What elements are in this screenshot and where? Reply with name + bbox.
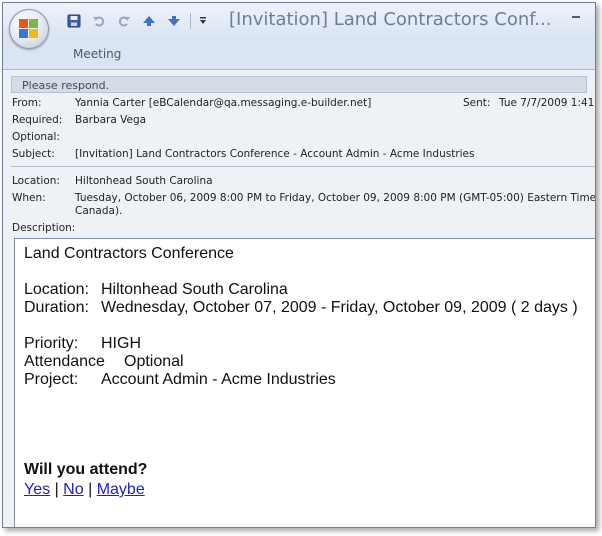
window-title: [Invitation] Land Contractors Conf... M [229,9,551,30]
optional-label: Optional: [12,131,60,143]
maybe-link[interactable]: Maybe [97,481,145,498]
title-bar: [Invitation] Land Contractors Conf... M [3,3,595,39]
link-separator: | [54,481,59,498]
link-separator: | [88,481,93,498]
body-project-label: Project: [24,371,79,388]
header-divider [11,166,595,167]
subject-value: [Invitation] Land Contractors Conference… [75,148,475,160]
body-location-label: Location: [24,281,89,298]
description-label: Description: [12,222,76,234]
location-value: Hiltonhead South Carolina [75,175,213,187]
redo-icon [118,16,130,27]
minimize-icon [572,16,580,18]
subject-label: Subject: [12,148,55,160]
sent-value: Tue 7/7/2009 1:41 [499,97,595,109]
required-value[interactable]: Barbara Vega [75,114,146,126]
ribbon-tab-bar: Meeting [3,39,595,70]
no-link[interactable]: No [63,481,83,498]
required-label: Required: [12,114,63,126]
previous-item-button[interactable] [138,11,159,31]
undo-icon [92,16,104,27]
next-item-button[interactable] [163,11,184,31]
body-priority-value: HIGH [101,335,141,352]
body-duration-value: Wednesday, October 07, 2009 - Friday, Oc… [101,299,578,316]
body-project-value: Account Admin - Acme Industries [101,371,336,388]
minimize-button[interactable] [569,10,583,24]
tab-meeting[interactable]: Meeting [73,47,121,61]
attend-question: Will you attend? [24,461,148,478]
when-label: When: [12,192,46,204]
undo-button[interactable] [88,11,109,31]
body-priority-label: Priority: [24,335,79,352]
office-logo-icon [19,19,39,39]
body-duration-label: Duration: [24,299,89,316]
when-value-line1: Tuesday, October 06, 2009 8:00 PM to Fri… [75,192,596,204]
location-label: Location: [12,175,60,187]
rsvp-links: Yes | No | Maybe [24,481,145,499]
save-button[interactable] [63,11,84,31]
info-bar[interactable]: Please respond. [11,76,587,93]
quick-access-toolbar [63,11,209,31]
from-value[interactable]: Yannia Carter [eBCalendar@qa.messaging.e… [75,97,371,109]
meeting-window: [Invitation] Land Contractors Conf... M … [2,2,596,528]
yes-link[interactable]: Yes [24,481,50,498]
message-body[interactable]: Land Contractors Conference Location: Hi… [14,238,595,527]
office-button[interactable] [9,9,49,49]
up-arrow-icon [142,16,155,26]
body-attendance-value: Optional [124,353,184,370]
sent-label: Sent: [463,97,491,109]
body-attendance-label: Attendance [24,353,105,370]
dropdown-arrow-icon [200,17,206,24]
toolbar-separator [190,13,191,29]
save-icon [67,14,80,28]
down-arrow-icon [167,16,180,26]
redo-button[interactable] [113,11,134,31]
when-value-line2: Canada). [75,205,123,217]
body-location-value: Hiltonhead South Carolina [101,281,288,298]
from-label: From: [12,97,42,109]
customize-toolbar-button[interactable] [197,11,209,31]
body-title: Land Contractors Conference [24,245,234,262]
